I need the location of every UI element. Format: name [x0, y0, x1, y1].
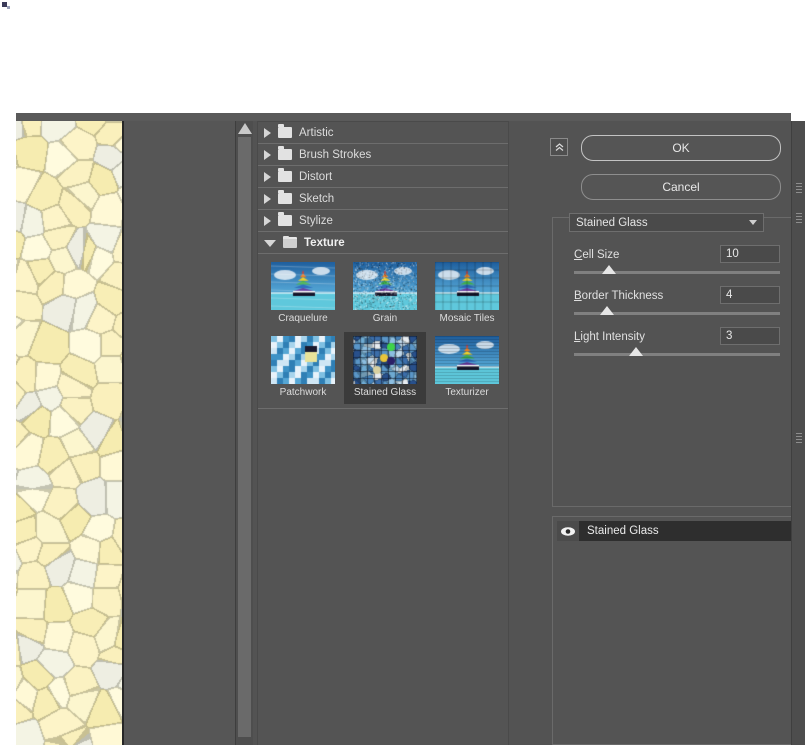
category-row-distort[interactable]: Distort [258, 166, 508, 188]
category-label: Distort [299, 171, 332, 183]
category-list: Artistic Brush Strokes Distort Sketch Styliz… [258, 122, 508, 254]
double-chevron-up-icon[interactable] [550, 138, 568, 156]
category-row-sketch[interactable]: Sketch [258, 188, 508, 210]
preview-vertical-scrollbar[interactable] [235, 121, 253, 745]
dialog-top-strip [16, 113, 805, 121]
filter-thumbnail-texturizer[interactable]: Texturizer [426, 332, 508, 404]
filter-thumbnail-craquelure[interactable]: Craquelure [262, 258, 344, 330]
thumbnail-image [353, 336, 417, 384]
category-row-brush-strokes[interactable]: Brush Strokes [258, 144, 508, 166]
triangle-right-icon[interactable] [264, 172, 271, 182]
category-row-artistic[interactable]: Artistic [258, 122, 508, 144]
thumbnail-row: Craquelure Grain Mosaic Tiles [262, 258, 508, 332]
triangle-up-icon[interactable] [238, 123, 252, 134]
slider-handle[interactable] [600, 306, 614, 315]
grid-separator [258, 408, 508, 409]
thumbnail-caption: Patchwork [280, 387, 327, 398]
filter-thumbnail-grain[interactable]: Grain [344, 258, 426, 330]
eye-icon[interactable] [557, 521, 579, 541]
slider-label: Cell Size [574, 249, 619, 261]
panel-grip-icon[interactable] [796, 183, 802, 193]
slider-value-field[interactable]: 3 [720, 327, 780, 345]
category-label: Texture [304, 237, 345, 249]
triangle-right-icon[interactable] [264, 194, 271, 204]
folder-icon [278, 127, 292, 138]
thumbnail-image [435, 336, 499, 384]
thumbnail-image [271, 262, 335, 310]
thumbnail-caption: Stained Glass [354, 387, 416, 398]
folder-open-icon [283, 237, 297, 248]
slider-label: Light Intensity [574, 331, 645, 343]
thumbnail-caption: Texturizer [445, 387, 488, 398]
filter-select[interactable]: Stained Glass [569, 213, 764, 232]
window-corner-gap [791, 113, 805, 121]
thumbnail-caption: Mosaic Tiles [439, 313, 494, 324]
screen-root: Artistic Brush Strokes Distort Sketch Styliz… [0, 0, 805, 745]
category-label: Artistic [299, 127, 334, 139]
folder-icon [278, 149, 292, 160]
category-label: Stylize [299, 215, 333, 227]
thumbnail-image [435, 262, 499, 310]
category-row-stylize[interactable]: Stylize [258, 210, 508, 232]
slider-handle[interactable] [629, 347, 643, 356]
effect-layer-list: Stained Glass [553, 521, 795, 541]
filter-thumbnail-patchwork[interactable]: Patchwork [262, 332, 344, 404]
thumbnail-row: Patchwork Stained Glass Texturizer [262, 332, 508, 406]
effect-layer-row[interactable]: Stained Glass [557, 521, 791, 541]
slider-value-field[interactable]: 10 [720, 245, 780, 263]
thumbnail-caption: Grain [373, 313, 397, 324]
triangle-right-icon[interactable] [264, 216, 271, 226]
thumbnail-caption: Craquelure [278, 313, 327, 324]
category-label: Brush Strokes [299, 149, 371, 161]
filter-thumbnail-stained-glass[interactable]: Stained Glass [344, 332, 426, 404]
thumbnail-image [271, 336, 335, 384]
effect-layer-name: Stained Glass [579, 521, 791, 541]
cancel-button[interactable]: Cancel [581, 174, 781, 200]
effect-layers-panel[interactable]: Stained Glass [552, 516, 796, 745]
filter-preview-pane[interactable] [16, 121, 252, 745]
filter-gallery-dialog: Artistic Brush Strokes Distort Sketch Styliz… [16, 113, 805, 745]
scrollbar-thumb[interactable] [238, 137, 251, 737]
slider-track[interactable] [574, 353, 780, 356]
slider-handle[interactable] [602, 265, 616, 274]
filter-thumbnail-grid: Craquelure Grain Mosaic Tiles Patchwork Stai… [258, 254, 508, 406]
triangle-down-icon[interactable] [264, 240, 276, 247]
ok-button[interactable]: OK [581, 135, 781, 161]
right-panel-strip[interactable] [791, 121, 805, 745]
preview-edge [122, 121, 124, 745]
folder-icon [278, 215, 292, 226]
slider-value-field[interactable]: 4 [720, 286, 780, 304]
panel-grip-icon[interactable] [796, 213, 802, 223]
filter-select-value: Stained Glass [576, 217, 648, 229]
folder-icon [278, 193, 292, 204]
preview-image[interactable] [16, 121, 122, 745]
chevron-down-icon[interactable] [749, 220, 757, 225]
triangle-right-icon[interactable] [264, 150, 271, 160]
slider-label: Border Thickness [574, 290, 663, 302]
controls-column: OK Cancel Stained Glass Cell Size 10 Borde… [513, 121, 785, 745]
category-label: Sketch [299, 193, 334, 205]
category-row-texture[interactable]: Texture [258, 232, 508, 254]
cursor-artifact-secondary [7, 6, 10, 9]
filter-category-browser[interactable]: Artistic Brush Strokes Distort Sketch Styliz… [257, 121, 509, 745]
folder-icon [278, 171, 292, 182]
filter-thumbnail-mosaic-tiles[interactable]: Mosaic Tiles [426, 258, 508, 330]
triangle-right-icon[interactable] [264, 128, 271, 138]
panel-grip-icon[interactable] [796, 433, 802, 443]
thumbnail-image [353, 262, 417, 310]
